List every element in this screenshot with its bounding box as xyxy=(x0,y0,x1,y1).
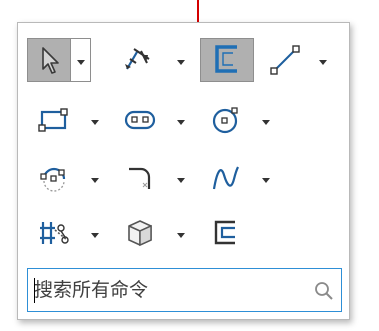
rectangle-dropdown[interactable] xyxy=(88,113,102,127)
chevron-down-icon xyxy=(177,51,185,70)
trim-button[interactable] xyxy=(32,211,76,255)
spline-button[interactable] xyxy=(204,156,248,200)
text-caret xyxy=(34,278,35,303)
circle-icon xyxy=(209,103,243,137)
fillet-button[interactable] xyxy=(118,156,162,200)
select-arrow-icon xyxy=(36,45,62,75)
smart-dimension-dropdown[interactable] xyxy=(174,53,188,67)
3d-box-icon xyxy=(123,216,157,250)
chevron-down-icon xyxy=(177,169,185,188)
slot-button[interactable] xyxy=(118,98,162,142)
chevron-down-icon xyxy=(76,51,85,70)
command-search-box[interactable] xyxy=(27,268,342,312)
chevron-down-icon xyxy=(177,224,185,243)
circle-button[interactable] xyxy=(204,98,248,142)
rectangle-button[interactable] xyxy=(32,98,76,142)
chevron-down-icon xyxy=(91,169,99,188)
3d-box-dropdown[interactable] xyxy=(174,226,188,240)
spline-icon xyxy=(209,161,243,195)
fillet-icon xyxy=(123,161,157,195)
shortcut-toolbar-panel xyxy=(17,22,350,320)
select-button[interactable] xyxy=(27,38,71,82)
circle-dropdown[interactable] xyxy=(259,113,273,127)
slot-dropdown[interactable] xyxy=(174,113,188,127)
line-dropdown[interactable] xyxy=(316,53,330,67)
chevron-down-icon xyxy=(319,51,327,70)
rectangle-icon xyxy=(37,106,71,134)
exit-sketch-button[interactable] xyxy=(200,38,254,82)
arc-icon xyxy=(37,161,71,195)
smart-dimension-icon xyxy=(121,43,155,77)
3d-box-button[interactable] xyxy=(118,211,162,255)
offset-entities-icon xyxy=(209,216,243,250)
smart-dimension-button[interactable] xyxy=(116,38,160,82)
exit-sketch-icon xyxy=(211,43,243,77)
stage xyxy=(0,0,379,331)
arc-dropdown[interactable] xyxy=(88,171,102,185)
trim-dropdown[interactable] xyxy=(88,226,102,240)
trim-icon xyxy=(37,216,71,250)
chevron-down-icon xyxy=(91,224,99,243)
cursor-marker xyxy=(197,0,199,22)
chevron-down-icon xyxy=(262,169,270,188)
chevron-down-icon xyxy=(177,111,185,130)
select-dropdown[interactable] xyxy=(71,38,91,82)
spline-dropdown[interactable] xyxy=(259,171,273,185)
search-icon[interactable] xyxy=(313,280,335,302)
search-input[interactable] xyxy=(34,269,304,311)
chevron-down-icon xyxy=(262,111,270,130)
arc-button[interactable] xyxy=(32,156,76,200)
line-icon xyxy=(268,43,302,77)
offset-entities-button[interactable] xyxy=(204,211,248,255)
slot-icon xyxy=(123,109,157,131)
fillet-dropdown[interactable] xyxy=(174,171,188,185)
chevron-down-icon xyxy=(91,111,99,130)
line-button[interactable] xyxy=(263,38,307,82)
